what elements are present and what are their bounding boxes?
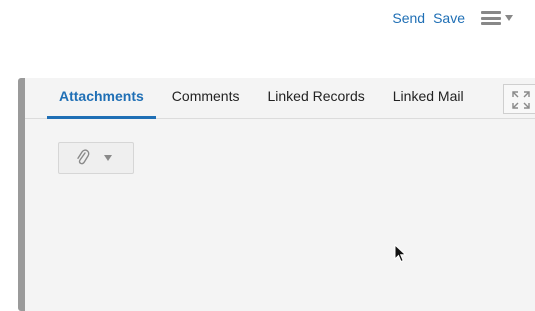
menu-button[interactable] (481, 11, 513, 25)
hamburger-menu-icon (481, 11, 501, 25)
paperclip-icon (77, 149, 90, 165)
tab-attachments[interactable]: Attachments (47, 78, 156, 119)
tab-linked-mail[interactable]: Linked Mail (381, 78, 476, 119)
chevron-down-icon (104, 155, 112, 161)
tab-bar: Attachments Comments Linked Records Link… (25, 78, 535, 119)
top-actions: Send Save (392, 8, 513, 28)
attachments-panel: Attachments Comments Linked Records Link… (18, 78, 535, 311)
tab-comments[interactable]: Comments (160, 78, 252, 119)
chevron-down-icon (505, 15, 513, 21)
save-link[interactable]: Save (433, 8, 465, 28)
attach-file-button[interactable] (58, 142, 134, 174)
tab-linked-records[interactable]: Linked Records (255, 78, 376, 119)
expand-button[interactable] (503, 84, 535, 114)
expand-icon (512, 91, 530, 109)
mouse-pointer-icon (394, 244, 407, 263)
tabs: Attachments Comments Linked Records Link… (47, 78, 480, 119)
send-link[interactable]: Send (392, 8, 425, 28)
